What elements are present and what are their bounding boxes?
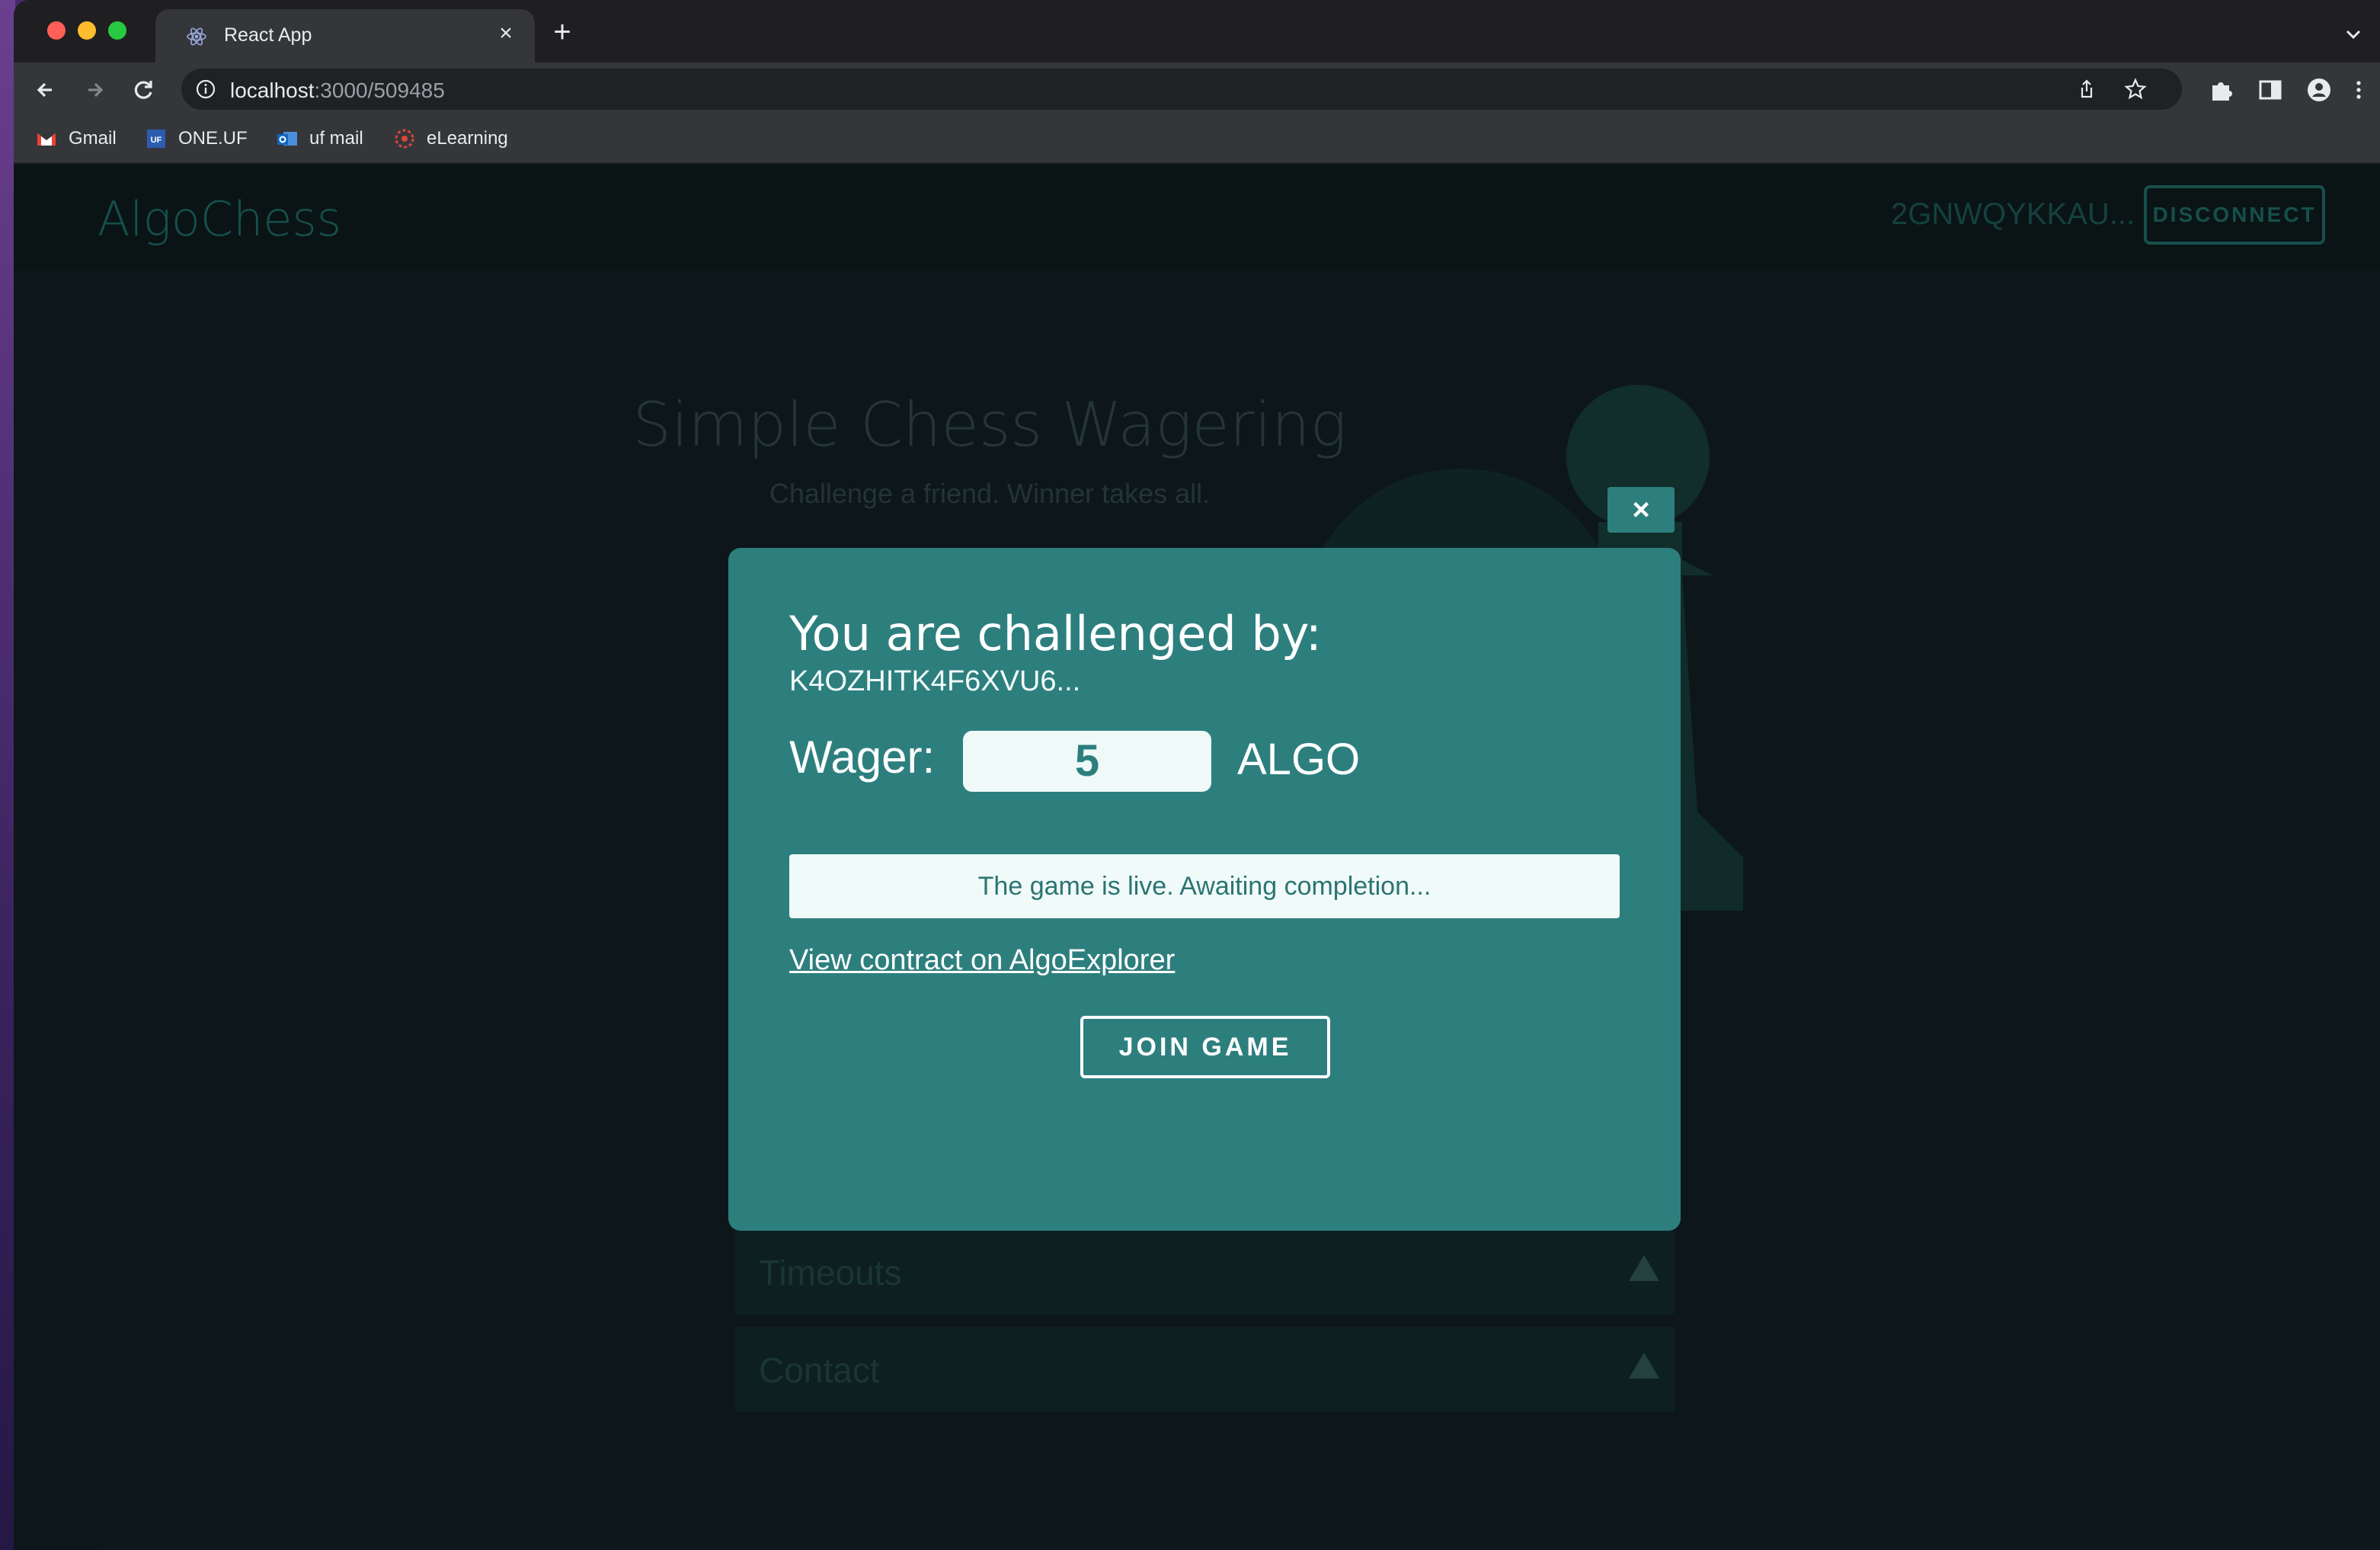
maximize-window-button[interactable] (108, 21, 126, 40)
tab-react-app[interactable]: React App × (155, 9, 535, 62)
gmail-icon (37, 133, 56, 146)
profile-icon[interactable] (2305, 76, 2333, 104)
page-viewport: AlgoChess 2GNWQYKKAU... DISCONNECT Simpl… (14, 164, 2380, 1550)
browser-window: React App × + localhost:3000/509485 Gmai… (14, 0, 2380, 1550)
new-tab-button[interactable]: + (547, 17, 577, 47)
wager-currency: ALGO (1237, 735, 1361, 784)
wager-label: Wager: (789, 732, 936, 783)
info-icon[interactable] (195, 78, 216, 100)
url-text: localhost:3000/509485 (230, 78, 445, 102)
tab-title: React App (224, 24, 312, 46)
tab-strip: React App × + (14, 0, 2380, 62)
close-tab-icon[interactable]: × (492, 20, 520, 47)
bookmark-label: eLearning (427, 128, 508, 149)
bookmark-label: ONE.UF (178, 128, 248, 149)
back-icon[interactable] (29, 73, 62, 107)
modal-close-button[interactable]: × (1607, 487, 1675, 533)
address-bar[interactable]: localhost:3000/509485 (181, 69, 2182, 110)
desktop-background (0, 0, 15, 1550)
more-menu-icon[interactable] (2350, 76, 2368, 104)
bookmark-gmail[interactable]: Gmail (35, 125, 117, 152)
bookmark-label: Gmail (69, 128, 117, 149)
one-uf-icon: UF (147, 130, 165, 148)
outlook-icon (277, 132, 297, 146)
close-window-button[interactable] (47, 21, 66, 40)
forward-icon[interactable] (78, 73, 111, 107)
extensions-icon[interactable] (2208, 76, 2235, 104)
star-icon[interactable] (2124, 78, 2147, 101)
reload-icon[interactable] (126, 73, 160, 107)
chevron-down-icon[interactable] (2342, 23, 2365, 46)
side-panel-icon[interactable] (2257, 76, 2284, 104)
bookmark-label: uf mail (309, 128, 363, 149)
game-status-banner: The game is live. Awaiting completion... (789, 854, 1620, 918)
elearning-icon (395, 129, 414, 149)
svg-text:UF: UF (151, 136, 162, 145)
challenger-address: K4OZHITK4F6XVU6... (789, 665, 1081, 697)
join-game-button[interactable]: JOIN GAME (1080, 1016, 1330, 1078)
react-icon (187, 27, 206, 46)
bookmark-uf-mail[interactable]: uf mail (276, 125, 363, 152)
bookmarks-bar: Gmail UF ONE.UF uf mail eLearning (14, 116, 2380, 163)
browser-toolbar: localhost:3000/509485 (14, 62, 2380, 116)
wager-amount-field: 5 (963, 731, 1211, 792)
bookmark-one-uf[interactable]: UF ONE.UF (145, 125, 248, 152)
minimize-window-button[interactable] (78, 21, 96, 40)
algoexplorer-link[interactable]: View contract on AlgoExplorer (789, 944, 1175, 977)
modal-heading: You are challenged by: (789, 606, 1322, 661)
challenge-modal: You are challenged by: K4OZHITK4F6XVU6..… (728, 548, 1681, 1231)
bookmark-elearning[interactable]: eLearning (393, 125, 508, 152)
share-icon[interactable] (2075, 78, 2098, 101)
